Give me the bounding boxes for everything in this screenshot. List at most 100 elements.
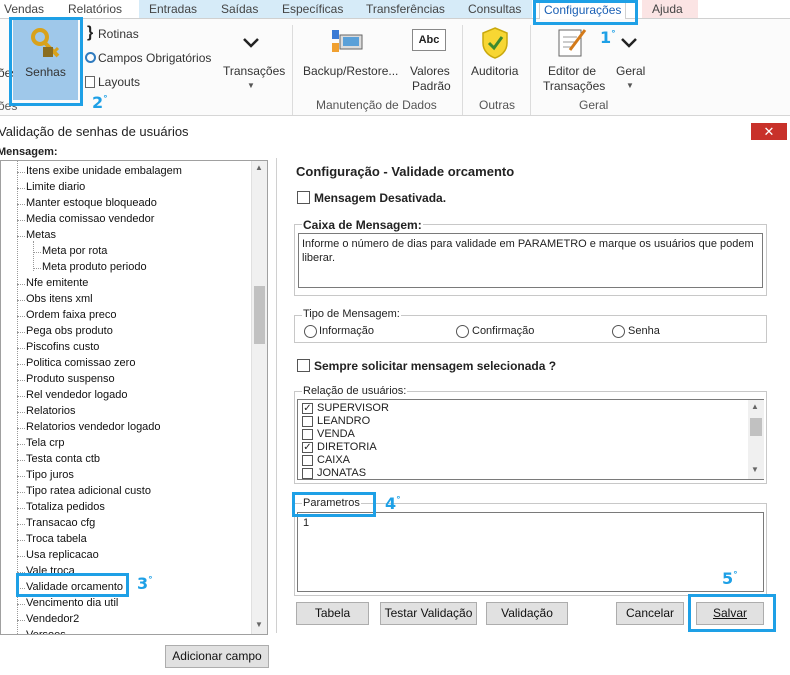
- radio-senha[interactable]: [612, 325, 625, 338]
- tree-item[interactable]: Meta produto periodo: [42, 261, 147, 273]
- scroll-down-icon[interactable]: ▼: [255, 620, 263, 629]
- tree-item[interactable]: Pega obs produto: [26, 325, 113, 337]
- tree-line: [17, 508, 25, 509]
- caixa-mensagem-textarea[interactable]: Informe o número de dias para validade e…: [298, 233, 763, 288]
- radio-confirmacao[interactable]: [456, 325, 469, 338]
- geral-button[interactable]: Geral: [616, 64, 645, 79]
- sempre-solicitar-checkbox[interactable]: [297, 359, 310, 372]
- valores-padrao-button[interactable]: Valores: [410, 64, 450, 79]
- adicionar-campo-button[interactable]: Adicionar campo: [165, 645, 269, 668]
- tree-item[interactable]: Tipo juros: [26, 469, 74, 481]
- tree-item[interactable]: Ordem faixa preco: [26, 309, 116, 321]
- highlight-salvar: [688, 594, 776, 632]
- backup-restore-button[interactable]: Backup/Restore...: [303, 64, 398, 79]
- radio-informacao[interactable]: [304, 325, 317, 338]
- layouts-button[interactable]: Layouts: [98, 75, 140, 90]
- tree-line: [17, 476, 25, 477]
- tab-entradas[interactable]: Entradas: [139, 0, 209, 18]
- tree-item[interactable]: Relatorios vendedor logado: [26, 421, 161, 433]
- shield-icon: [482, 27, 508, 59]
- tab-especificas[interactable]: Específicas: [270, 0, 356, 18]
- tree-item[interactable]: Limite diario: [26, 181, 85, 193]
- scroll-up-icon[interactable]: ▲: [751, 402, 759, 411]
- tree-line: [17, 316, 25, 317]
- validacao-button[interactable]: Validação: [486, 602, 568, 625]
- tab-saidas[interactable]: Saídas: [209, 0, 270, 18]
- step-4-label: 4°: [385, 494, 401, 513]
- tree-item[interactable]: Testa conta ctb: [26, 453, 100, 465]
- cancelar-button[interactable]: Cancelar: [616, 602, 684, 625]
- close-button[interactable]: ✕: [751, 123, 787, 140]
- user-checkbox[interactable]: ✓: [302, 403, 313, 414]
- user-checkbox[interactable]: ✓: [302, 442, 313, 453]
- tree-view[interactable]: Itens exibe unidade embalagem Limite diar…: [0, 160, 268, 635]
- tree-item[interactable]: Nfe emitente: [26, 277, 88, 289]
- tree-scrollbar[interactable]: ▲ ▼: [251, 161, 267, 634]
- mensagem-desativada-checkbox[interactable]: [297, 191, 310, 204]
- tab-consultas[interactable]: Consultas: [458, 0, 532, 18]
- tree-line: [17, 444, 25, 445]
- tree-line: [17, 492, 25, 493]
- tab-ajuda[interactable]: Ajuda: [642, 0, 698, 18]
- tree-item[interactable]: Troca tabela: [26, 533, 87, 545]
- tree-line: [33, 241, 34, 271]
- tree-item[interactable]: Obs itens xml: [26, 293, 93, 305]
- tab-relatorios[interactable]: Relatórios: [68, 2, 122, 16]
- step-3-label: 3°: [137, 574, 153, 593]
- auditoria-button[interactable]: Auditoria: [471, 64, 518, 79]
- panel-title: Configuração - Validade orcamento: [296, 164, 515, 179]
- tree-item[interactable]: Media comissao vendedor: [26, 213, 154, 225]
- user-name: SUPERVISOR: [317, 402, 389, 414]
- step-1-label: 1°: [600, 28, 616, 47]
- editor-transacoes-button[interactable]: Editor de: [548, 64, 596, 79]
- outras-group-label: Outras: [479, 98, 516, 112]
- rotinas-button[interactable]: Rotinas: [98, 27, 139, 42]
- user-checkbox[interactable]: [302, 455, 313, 466]
- testar-validacao-button[interactable]: Testar Validação: [380, 602, 477, 625]
- tree-item[interactable]: Tela crp: [26, 437, 65, 449]
- tree-item[interactable]: Relatorios: [26, 405, 76, 417]
- scroll-thumb[interactable]: [254, 286, 265, 344]
- group-separator: [292, 25, 293, 115]
- users-list[interactable]: ✓ SUPERVISOR LEANDRO VENDA ✓ DIRETORIA CAIXA JO…: [297, 399, 764, 480]
- tree-line: [17, 332, 25, 333]
- scroll-up-icon[interactable]: ▲: [255, 163, 263, 172]
- tree-line: [17, 412, 25, 413]
- tree-item[interactable]: Totaliza pedidos: [26, 501, 105, 513]
- tree-item[interactable]: Versoes: [26, 629, 66, 634]
- parametros-textarea[interactable]: 1: [297, 512, 764, 592]
- tree-line: [17, 620, 25, 621]
- transacoes-button[interactable]: Transações: [223, 64, 285, 79]
- tree-line: [17, 540, 25, 541]
- tree-item[interactable]: Usa replicacao: [26, 549, 99, 561]
- tree-item[interactable]: Piscofins custo: [26, 341, 99, 353]
- tree-line: [17, 188, 25, 189]
- chevron-down-icon: [621, 38, 637, 48]
- tree-item[interactable]: Vendedor2: [26, 613, 79, 625]
- tree-item[interactable]: Metas: [26, 229, 56, 241]
- tree-item[interactable]: Rel vendedor logado: [26, 389, 128, 401]
- tree-item[interactable]: Itens exibe unidade embalagem: [26, 165, 182, 177]
- user-checkbox[interactable]: [302, 429, 313, 440]
- tab-transferencias[interactable]: Transferências: [356, 0, 458, 18]
- campos-obrigatorios-button[interactable]: Campos Obrigatórios: [98, 51, 211, 66]
- tree-line: [17, 604, 25, 605]
- tabela-button[interactable]: Tabela: [296, 602, 369, 625]
- tab-vendas[interactable]: Vendas: [4, 2, 44, 16]
- editor-transacoes-label-2: Transações: [543, 79, 606, 93]
- tree-item[interactable]: Transacao cfg: [26, 517, 95, 529]
- tree-item[interactable]: Tipo ratea adicional custo: [26, 485, 151, 497]
- valores-padrao-label-2: Padrão: [412, 79, 451, 93]
- tree-item[interactable]: Meta por rota: [42, 245, 107, 257]
- user-checkbox[interactable]: [302, 416, 313, 427]
- user-checkbox[interactable]: [302, 468, 313, 479]
- tree-item[interactable]: Produto suspenso: [26, 373, 115, 385]
- scroll-down-icon[interactable]: ▼: [751, 465, 759, 474]
- scroll-thumb[interactable]: [750, 418, 762, 436]
- tree-item[interactable]: Vencimento dia util: [26, 597, 118, 609]
- users-scrollbar[interactable]: ▲ ▼: [748, 400, 764, 479]
- dropdown-arrow-icon: ▼: [247, 81, 255, 90]
- chevron-down-icon: [243, 38, 259, 48]
- tree-item[interactable]: Politica comissao zero: [26, 357, 135, 369]
- tree-item[interactable]: Manter estoque bloqueado: [26, 197, 157, 209]
